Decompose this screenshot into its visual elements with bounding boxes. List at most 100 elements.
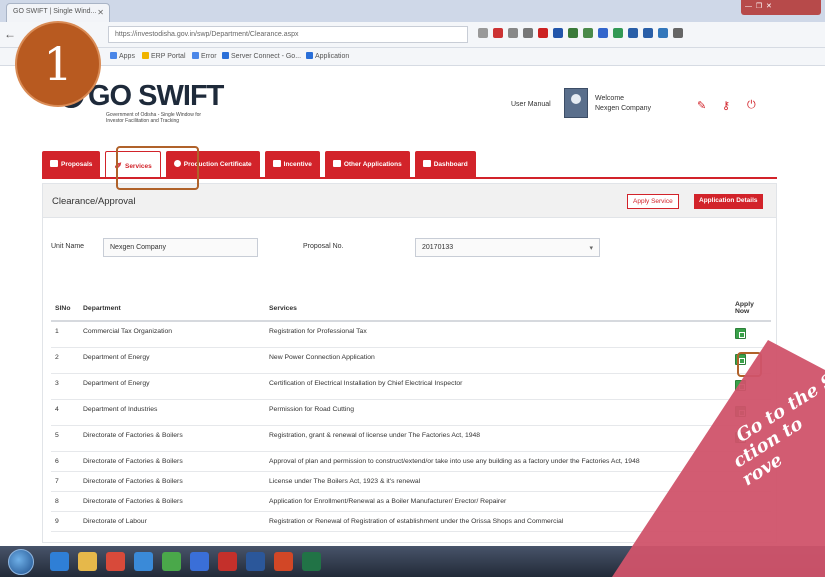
app-icon[interactable] — [190, 552, 209, 571]
edit-profile-icon[interactable]: ✎ — [697, 99, 706, 112]
cell-service: Permission for Road Cutting — [265, 399, 731, 426]
table-row: 7 Directorate of Factories & Boilers Licen… — [51, 471, 771, 492]
close-tab-icon[interactable]: ✕ — [97, 8, 104, 17]
clearance-panel: Clearance/Approval Apply Service Applica… — [42, 183, 777, 543]
table-row: 4 Department of Industries Permission for … — [51, 399, 771, 426]
bookmark-icon — [110, 52, 117, 59]
tab-other-applications[interactable]: Other Applications — [324, 151, 410, 177]
browser-tab[interactable]: GO SWIFT | Single Wind... ✕ — [6, 3, 110, 22]
cell-department: Directorate of Factories & Boilers — [79, 425, 265, 452]
step-number-badge: 1 — [17, 23, 99, 105]
windows-taskbar — [0, 546, 825, 577]
bookmark-item[interactable]: Application — [306, 52, 349, 60]
cell-service: Registration or Renewal of Registration … — [265, 511, 731, 532]
bookmarks-bar: Apps ERP Portal Error Server Connect - G… — [0, 48, 825, 66]
internet-explorer-icon[interactable] — [50, 552, 69, 571]
welcome-label: Welcome — [595, 95, 625, 102]
extension-icon[interactable] — [613, 28, 623, 38]
cell-slno: 2 — [51, 347, 79, 374]
cell-slno: 7 — [51, 471, 79, 492]
grid-icon — [332, 160, 341, 167]
tab-proposals[interactable]: Proposals — [42, 151, 101, 177]
company-name: Nexgen Company — [595, 105, 652, 112]
cell-slno: 6 — [51, 451, 79, 472]
start-button-icon[interactable] — [8, 549, 34, 575]
cell-department: Department of Energy — [79, 373, 265, 400]
welcome-block: Welcome Nexgen Company — [595, 94, 651, 114]
panel-title: Clearance/Approval — [52, 196, 136, 207]
application-details-button[interactable]: Application Details — [694, 194, 763, 209]
tab-dashboard[interactable]: Dashboard — [414, 151, 476, 177]
gmail-icon[interactable] — [538, 28, 548, 38]
app-icon[interactable] — [162, 552, 181, 571]
key-icon[interactable]: ⚷ — [722, 99, 730, 112]
column-header: Services — [265, 296, 731, 322]
extension-icon[interactable] — [523, 28, 533, 38]
extension-icons — [478, 28, 683, 38]
cell-slno: 5 — [51, 425, 79, 452]
chrome-icon[interactable] — [134, 552, 153, 571]
table-row: 6 Directorate of Factories & Boilers Appro… — [51, 451, 771, 472]
apply-now-highlight — [737, 352, 762, 377]
avatar — [564, 88, 588, 118]
logout-icon[interactable]: ⏻ — [747, 99, 756, 112]
powerpoint-icon[interactable] — [274, 552, 293, 571]
pdf-icon[interactable] — [218, 552, 237, 571]
cell-department: Directorate of Labour — [79, 511, 265, 532]
browser-tab-title: GO SWIFT | Single Wind... — [13, 8, 97, 15]
media-player-icon[interactable] — [106, 552, 125, 571]
back-arrow-icon[interactable]: ← — [4, 27, 16, 41]
proposal-no-label: Proposal No. — [303, 243, 344, 250]
cell-department: Directorate of Factories & Boilers — [79, 491, 265, 512]
chevron-down-icon: ▾ — [589, 245, 593, 252]
bookmark-item[interactable]: Error — [192, 52, 217, 60]
bookmark-item[interactable]: ERP Portal — [142, 52, 186, 60]
apply-now-button[interactable] — [735, 406, 746, 417]
bookmark-item[interactable]: Apps — [110, 52, 135, 60]
services-table: SlNo Department Services Apply Now 1 Comm… — [51, 296, 771, 532]
extension-icon[interactable] — [643, 28, 653, 38]
cell-apply — [731, 321, 771, 348]
cell-slno: 8 — [51, 491, 79, 512]
cell-service: New Power Connection Application — [265, 347, 731, 374]
cell-apply — [731, 511, 771, 532]
tab-incentive[interactable]: Incentive — [264, 151, 320, 177]
table-row: 2 Department of Energy New Power Connectio… — [51, 347, 771, 374]
cell-department: Directorate of Factories & Boilers — [79, 471, 265, 492]
cell-service: Registration, grant & renewal of license… — [265, 425, 731, 452]
main-tabs: Proposals ✐ Services Production Certifica… — [42, 151, 476, 177]
logo-text: GO SWIFT — [88, 80, 224, 112]
cell-service: Application for Enrollment/Renewal as a … — [265, 491, 731, 512]
word-icon[interactable] — [246, 552, 265, 571]
proposal-no-select[interactable]: 20170133 ▾ — [415, 238, 600, 257]
extension-icon[interactable] — [598, 28, 608, 38]
apply-service-button[interactable]: Apply Service — [627, 194, 679, 209]
proposal-no-value: 20170133 — [422, 244, 454, 251]
menu-icon[interactable] — [673, 28, 683, 38]
star-icon[interactable] — [478, 28, 488, 38]
bookmark-item[interactable]: Server Connect - Go... — [222, 52, 301, 60]
extension-icon[interactable] — [508, 28, 518, 38]
apply-now-button[interactable] — [735, 380, 746, 391]
extension-icon[interactable] — [583, 28, 593, 38]
unit-name-field[interactable]: Nexgen Company — [103, 238, 258, 257]
table-row: 1 Commercial Tax Organization Registration… — [51, 321, 771, 348]
extension-icon[interactable] — [553, 28, 563, 38]
apply-now-button[interactable] — [735, 328, 746, 339]
excel-icon[interactable] — [302, 552, 321, 571]
file-explorer-icon[interactable] — [78, 552, 97, 571]
extension-icon[interactable] — [493, 28, 503, 38]
url-field[interactable]: https://investodisha.gov.in/swp/Departme… — [108, 26, 468, 43]
column-header: Department — [79, 296, 265, 322]
extension-icon[interactable] — [628, 28, 638, 38]
cell-slno: 9 — [51, 511, 79, 532]
extension-icon[interactable] — [658, 28, 668, 38]
table-row: 9 Directorate of Labour Registration or Re… — [51, 511, 771, 532]
cell-department: Department of Industries — [79, 399, 265, 426]
window-controls[interactable]: — ❐ ✕ — [741, 0, 821, 15]
user-manual-link[interactable]: User Manual — [511, 101, 551, 108]
bookmark-icon — [306, 52, 313, 59]
address-bar-row: ← https://investodisha.gov.in/swp/Depart… — [0, 22, 825, 48]
extension-icon[interactable] — [568, 28, 578, 38]
incentive-icon — [272, 160, 281, 167]
